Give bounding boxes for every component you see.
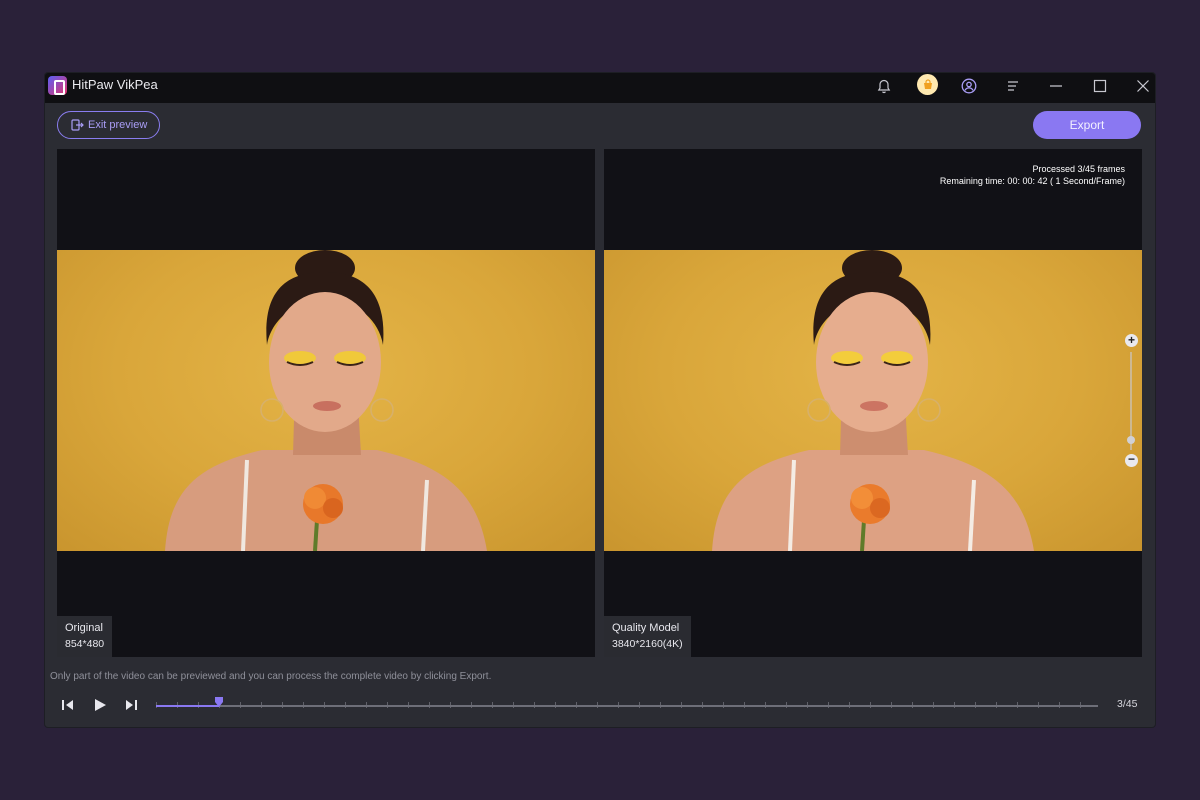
original-preview-panel: Original 854*480 bbox=[57, 149, 595, 657]
next-frame-button[interactable] bbox=[121, 695, 141, 715]
enhanced-info-tag: Quality Model 3840*2160(4K) bbox=[604, 616, 691, 657]
maximize-icon[interactable] bbox=[1089, 75, 1111, 97]
close-icon[interactable] bbox=[1132, 75, 1154, 97]
notification-icon[interactable] bbox=[873, 75, 895, 97]
processed-frames-text: Processed 3/45 frames bbox=[1032, 164, 1125, 174]
export-button[interactable]: Export bbox=[1033, 111, 1141, 139]
title-bar: HitPaw VikPea bbox=[45, 73, 1155, 103]
enhanced-model-label: Quality Model bbox=[612, 622, 680, 634]
app-logo-icon bbox=[48, 76, 67, 95]
enhanced-resolution-label: 3840*2160(4K) bbox=[612, 638, 683, 650]
preview-hint-text: Only part of the video can be previewed … bbox=[50, 671, 492, 682]
step-forward-icon bbox=[126, 700, 137, 710]
zoom-in-button[interactable]: + bbox=[1125, 334, 1138, 347]
enhanced-preview-panel: Processed 3/45 frames Remaining time: 00… bbox=[604, 149, 1142, 657]
original-info-tag: Original 854*480 bbox=[57, 616, 113, 657]
step-back-icon bbox=[62, 700, 73, 710]
play-button[interactable] bbox=[90, 695, 110, 715]
zoom-slider-handle[interactable] bbox=[1127, 436, 1135, 444]
app-title: HitPaw VikPea bbox=[72, 77, 158, 92]
timeline-progress bbox=[156, 705, 219, 707]
play-icon bbox=[95, 699, 106, 711]
portrait-image-original bbox=[165, 250, 487, 551]
timeline-track[interactable] bbox=[156, 705, 1098, 707]
frame-counter: 3/45 bbox=[1117, 698, 1138, 710]
zoom-out-button[interactable]: − bbox=[1125, 453, 1138, 467]
exit-preview-button[interactable]: Exit preview bbox=[57, 111, 160, 139]
processing-status: Processed 3/45 frames Remaining time: 00… bbox=[940, 163, 1125, 187]
portrait-image-enhanced bbox=[712, 250, 1034, 551]
enhanced-video-frame bbox=[604, 250, 1142, 551]
minimize-icon[interactable] bbox=[1045, 75, 1067, 97]
exit-icon bbox=[71, 119, 84, 131]
app-window: HitPaw VikPea Exit preview Export Origin… bbox=[45, 73, 1155, 727]
account-icon[interactable] bbox=[958, 75, 980, 97]
remaining-time-text: Remaining time: 00: 00: 42 ( 1 Second/Fr… bbox=[939, 176, 1125, 186]
timeline-playhead[interactable] bbox=[214, 696, 224, 708]
original-video-frame bbox=[57, 250, 595, 551]
shop-icon[interactable] bbox=[917, 74, 938, 95]
menu-icon[interactable] bbox=[1002, 75, 1024, 97]
previous-frame-button[interactable] bbox=[58, 695, 78, 715]
original-model-label: Original bbox=[65, 622, 103, 634]
exit-preview-label: Exit preview bbox=[88, 119, 148, 131]
original-resolution-label: 854*480 bbox=[65, 638, 105, 650]
